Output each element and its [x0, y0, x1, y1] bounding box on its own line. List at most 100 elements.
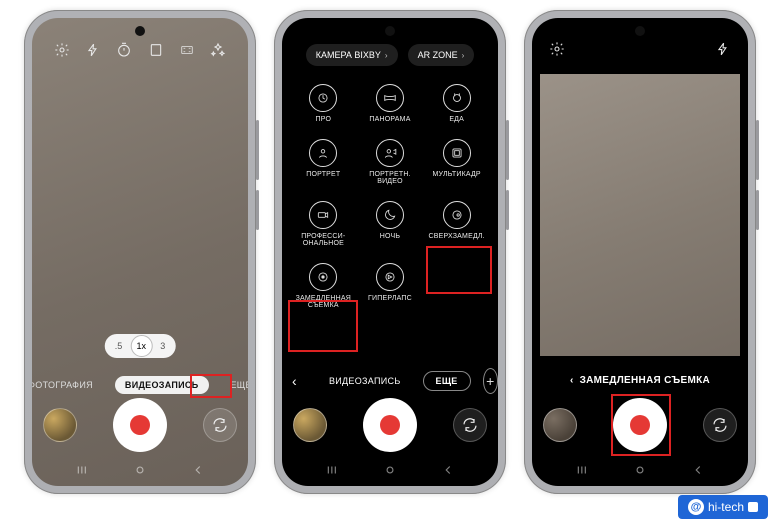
food-icon	[443, 84, 471, 112]
pro-video-icon	[309, 201, 337, 229]
mode-super-slowmo[interactable]: СВЕРХЗАМЕДЛ.	[423, 197, 490, 251]
screen-2: КАМЕРА BIXBY › AR ZONE › ПРО ПАНОРАМА ЕД…	[282, 18, 498, 486]
chevron-right-icon: ›	[385, 51, 388, 60]
android-nav-bar	[282, 460, 498, 480]
mode-label: ЗАМЕДЛЕННАЯ СЪЕМКА	[292, 295, 355, 309]
portrait-video-icon	[376, 139, 404, 167]
mode-video-active[interactable]: ВИДЕОЗАПИСЬ	[115, 376, 209, 394]
nav-home-icon[interactable]	[633, 463, 647, 477]
nav-recents-icon[interactable]	[576, 463, 590, 477]
phone-frame-2: КАМЕРА BIXBY › AR ZONE › ПРО ПАНОРАМА ЕД…	[274, 10, 506, 494]
mode-back[interactable]: ‹	[282, 369, 307, 393]
nav-home-icon[interactable]	[383, 463, 397, 477]
portrait-icon	[309, 139, 337, 167]
switch-camera-button[interactable]	[703, 408, 737, 442]
mode-hyperlapse[interactable]: ГИПЕРЛАПС	[357, 259, 424, 313]
mode-label: ЕДА	[449, 116, 464, 123]
nav-recents-icon[interactable]	[76, 463, 90, 477]
mode-video[interactable]: ВИДЕОЗАПИСЬ	[319, 372, 411, 390]
power-button	[506, 190, 509, 230]
chevron-left-icon: ‹	[570, 375, 574, 386]
gallery-thumbnail[interactable]	[543, 408, 577, 442]
android-nav-bar	[532, 460, 748, 480]
slowmo-icon	[309, 263, 337, 291]
ratio-icon[interactable]	[147, 41, 165, 59]
panorama-icon	[376, 84, 404, 112]
single-take-icon	[443, 139, 471, 167]
nav-home-icon[interactable]	[133, 463, 147, 477]
watermark-square-icon	[748, 502, 758, 512]
mode-pro-video[interactable]: ПРОФЕССИ- ОНАЛЬНОЕ	[290, 197, 357, 251]
front-camera	[135, 26, 145, 36]
mode-heading[interactable]: ‹ ЗАМЕДЛЕННАЯ СЪЕМКА	[532, 375, 748, 386]
mode-selector[interactable]: ФОТОГРАФИЯ ВИДЕОЗАПИСЬ ЕЩЕ	[32, 376, 248, 394]
mode-label: ПОРТРЕТ	[306, 171, 340, 178]
mode-panorama[interactable]: ПАНОРАМА	[357, 80, 424, 127]
phone-frame-1: .5 1x 3 ФОТОГРАФИЯ ВИДЕОЗАПИСЬ ЕЩЕ	[24, 10, 256, 494]
modes-grid: ПРО ПАНОРАМА ЕДА ПОРТРЕТ ПОРТРЕТН. ВИДЕО…	[282, 80, 498, 313]
zoom-1x[interactable]: 1x	[130, 335, 152, 357]
nav-back-icon[interactable]	[691, 463, 705, 477]
mode-slowmo[interactable]: ЗАМЕДЛЕННАЯ СЪЕМКА	[290, 259, 357, 313]
volume-rocker	[756, 120, 759, 180]
zoom-wide[interactable]: .5	[115, 341, 123, 351]
nav-back-icon[interactable]	[441, 463, 455, 477]
screen-3: ‹ ЗАМЕДЛЕННАЯ СЪЕМКА	[532, 18, 748, 486]
volume-rocker	[506, 120, 509, 180]
nav-back-icon[interactable]	[191, 463, 205, 477]
mode-selector[interactable]: ‹ ВИДЕОЗАПИСЬ ЕЩЕ +	[282, 368, 498, 394]
zoom-tele[interactable]: 3	[160, 341, 165, 351]
record-dot-icon	[630, 415, 650, 435]
at-icon: @	[688, 499, 704, 515]
record-button[interactable]	[613, 398, 667, 452]
viewfinder[interactable]	[540, 74, 740, 356]
night-icon	[376, 201, 404, 229]
settings-icon[interactable]	[548, 40, 566, 58]
add-mode-button[interactable]: +	[483, 368, 498, 394]
bixby-camera-button[interactable]: КАМЕРА BIXBY ›	[306, 44, 398, 66]
front-camera	[635, 26, 645, 36]
mode-portrait-video[interactable]: ПОРТРЕТН. ВИДЕО	[357, 135, 424, 189]
settings-icon[interactable]	[53, 41, 71, 59]
gallery-thumbnail[interactable]	[293, 408, 327, 442]
switch-camera-button[interactable]	[453, 408, 487, 442]
mode-more[interactable]: ЕЩЕ	[221, 376, 249, 394]
top-pill-row: КАМЕРА BIXBY › AR ZONE ›	[282, 44, 498, 66]
mode-more-active[interactable]: ЕЩЕ	[423, 371, 471, 391]
volume-rocker	[256, 120, 259, 180]
flash-icon[interactable]	[84, 41, 102, 59]
mode-title: ЗАМЕДЛЕННАЯ СЪЕМКА	[580, 375, 710, 386]
record-dot-icon	[130, 415, 150, 435]
filters-icon[interactable]	[209, 41, 227, 59]
mode-label: МУЛЬТИКАДР	[433, 171, 481, 178]
record-dot-icon	[380, 415, 400, 435]
mode-portrait[interactable]: ПОРТРЕТ	[290, 135, 357, 189]
switch-camera-button[interactable]	[203, 408, 237, 442]
record-button[interactable]	[113, 398, 167, 452]
timer-icon[interactable]	[115, 41, 133, 59]
hyperlapse-icon	[376, 263, 404, 291]
camera-bottom-bar	[282, 398, 498, 452]
phone-frame-3: ‹ ЗАМЕДЛЕННАЯ СЪЕМКА	[524, 10, 756, 494]
mode-food[interactable]: ЕДА	[423, 80, 490, 127]
front-camera	[385, 26, 395, 36]
mode-night[interactable]: НОЧЬ	[357, 197, 424, 251]
mode-photo[interactable]: ФОТОГРАФИЯ	[32, 376, 103, 394]
mode-label: СВЕРХЗАМЕДЛ.	[428, 233, 484, 240]
camera-bottom-bar	[32, 398, 248, 452]
mode-single-take[interactable]: МУЛЬТИКАДР	[423, 135, 490, 189]
gallery-thumbnail[interactable]	[43, 408, 77, 442]
watermark-badge: @ hi-tech	[678, 495, 768, 519]
flash-icon[interactable]	[714, 40, 732, 58]
nav-recents-icon[interactable]	[326, 463, 340, 477]
record-button[interactable]	[363, 398, 417, 452]
bixby-label: КАМЕРА BIXBY	[316, 50, 381, 60]
camera-top-toolbar	[32, 18, 248, 62]
ar-zone-button[interactable]: AR ZONE ›	[408, 44, 475, 66]
zoom-selector[interactable]: .5 1x 3	[105, 334, 176, 358]
resolution-icon[interactable]	[178, 41, 196, 59]
super-slowmo-icon	[443, 201, 471, 229]
android-nav-bar	[32, 460, 248, 480]
mode-pro[interactable]: ПРО	[290, 80, 357, 127]
ar-label: AR ZONE	[418, 50, 458, 60]
